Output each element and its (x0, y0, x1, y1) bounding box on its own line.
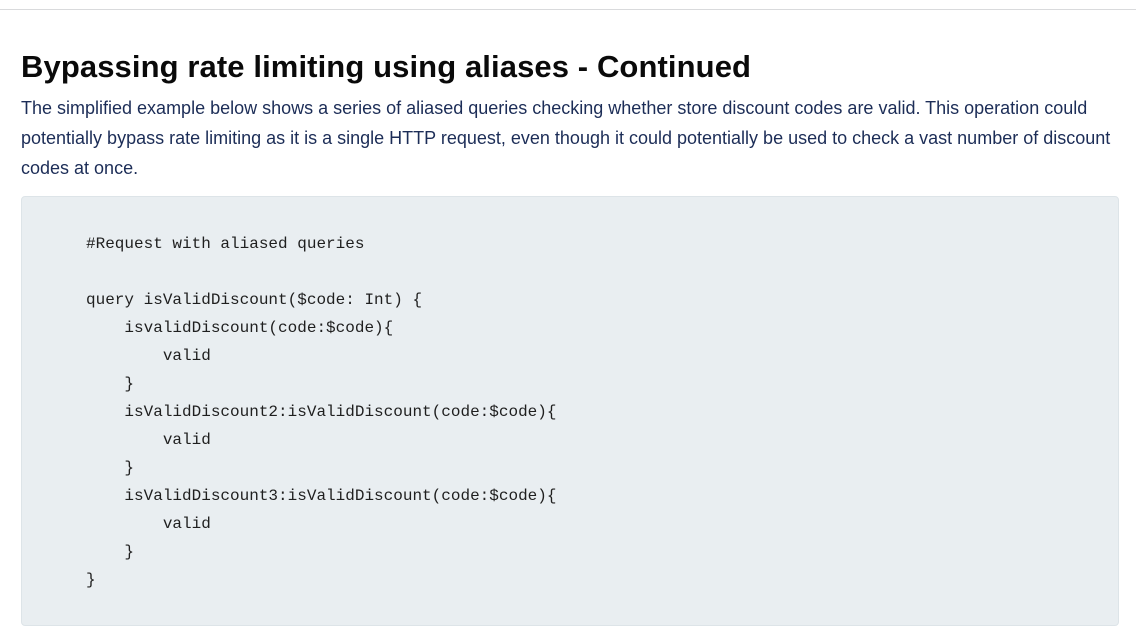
code-snippet: #Request with aliased queries query isVa… (86, 235, 557, 589)
top-divider (0, 9, 1136, 10)
intro-paragraph: The simplified example below shows a ser… (21, 98, 1111, 178)
code-block: #Request with aliased queries query isVa… (21, 196, 1119, 626)
page-title: Bypassing rate limiting using aliases - … (21, 49, 752, 84)
article-section: Bypassing rate limiting using aliases - … (21, 48, 1121, 183)
